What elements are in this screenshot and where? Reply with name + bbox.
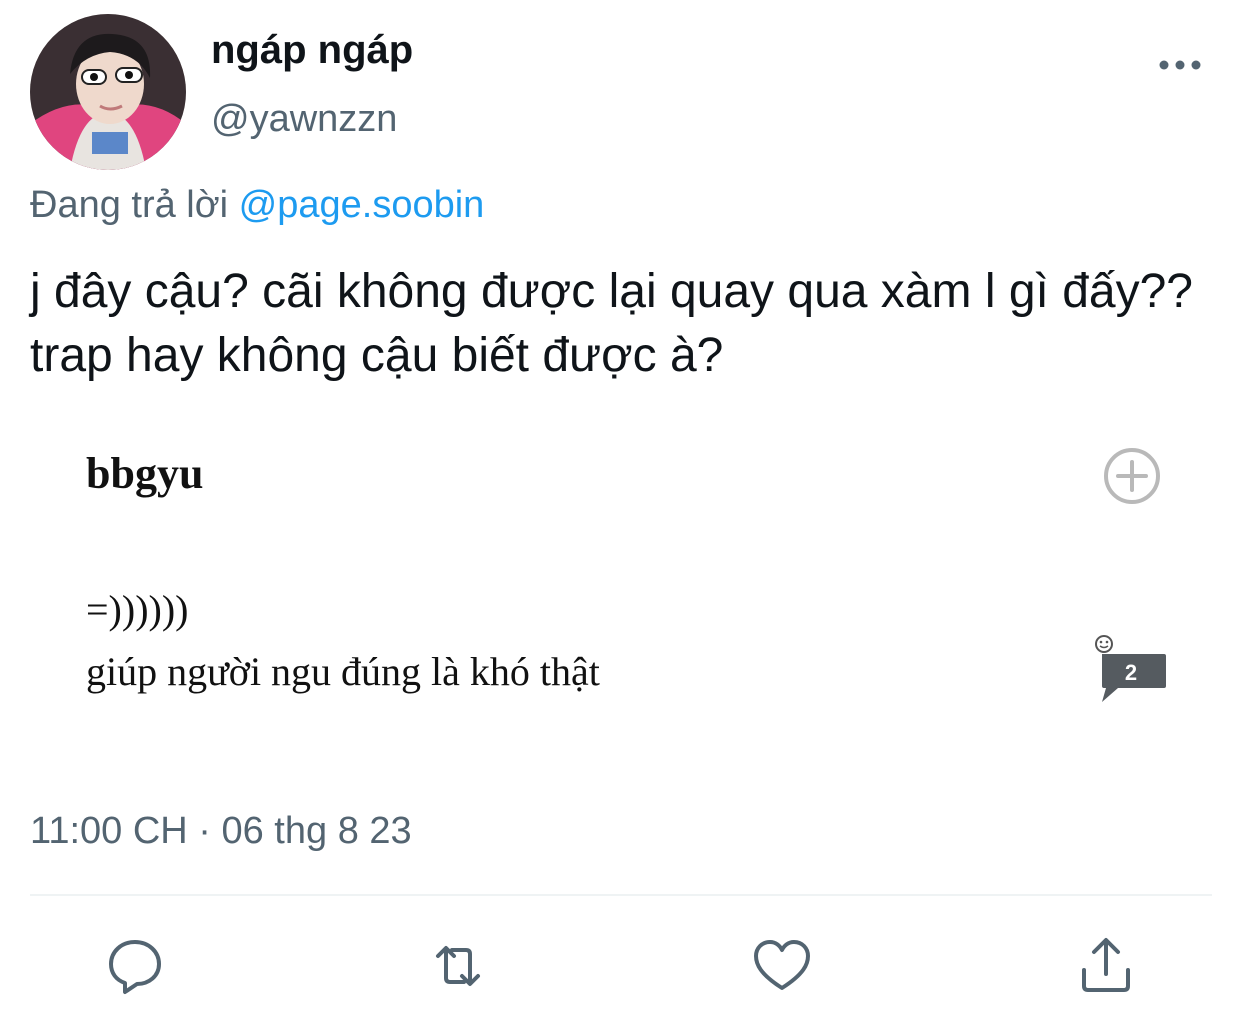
- author-display-name[interactable]: ngáp ngáp: [211, 28, 413, 73]
- retweet-icon[interactable]: [426, 934, 490, 998]
- author-avatar[interactable]: [30, 14, 186, 170]
- embedded-post-line-1: =)))))): [86, 587, 189, 632]
- share-icon[interactable]: [1074, 934, 1138, 998]
- reply-icon[interactable]: [103, 934, 167, 998]
- replying-to-mention[interactable]: @page.soobin: [239, 184, 485, 226]
- embedded-post-image: bbgyu =)))))) giúp người ngu đúng là khó…: [30, 420, 1210, 740]
- tweet-timestamp[interactable]: 11:00 CH · 06 thg 8 23: [30, 810, 412, 853]
- comment-count: 2: [1124, 660, 1138, 685]
- embedded-post-line-2: giúp người ngu đúng là khó thật: [86, 649, 600, 694]
- embedded-post-username: bbgyu: [86, 449, 204, 498]
- tweet-text: j đây cậu? cãi không được lại quay qua x…: [30, 265, 1193, 382]
- replying-to: Đang trả lời @page.soobin: [30, 184, 484, 227]
- divider: [30, 894, 1212, 896]
- replying-to-label: Đang trả lời: [30, 184, 229, 226]
- author-handle[interactable]: @yawnzzn: [211, 98, 397, 141]
- heart-icon[interactable]: [750, 934, 814, 998]
- plus-circle-icon: [1102, 446, 1162, 506]
- more-dots-icon[interactable]: [1152, 48, 1212, 82]
